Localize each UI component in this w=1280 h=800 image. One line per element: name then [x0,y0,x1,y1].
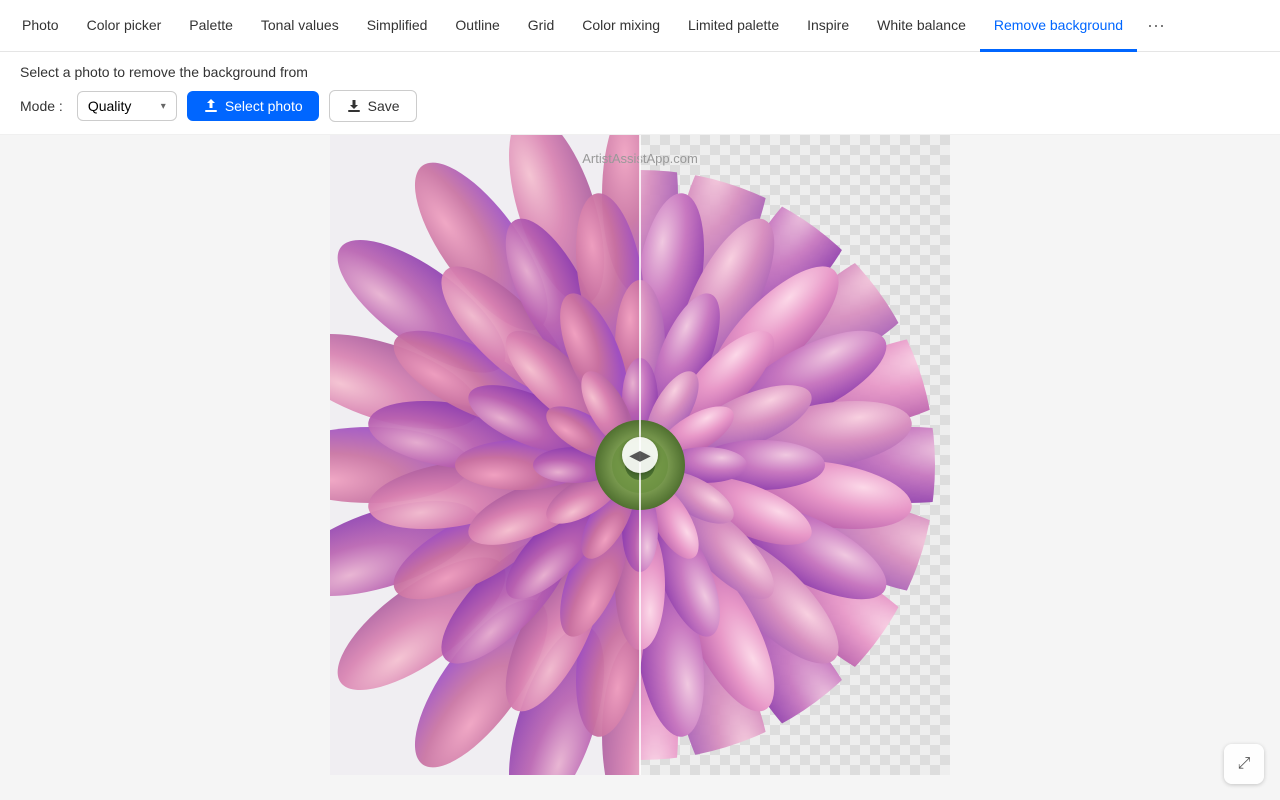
nav-item-photo[interactable]: Photo [8,1,73,52]
nav-item-inspire[interactable]: Inspire [793,1,863,52]
nav-item-remove-background[interactable]: Remove background [980,1,1137,52]
nav-item-limited-palette[interactable]: Limited palette [674,1,793,52]
chevron-down-icon: ▾ [161,101,166,112]
nav-item-outline[interactable]: Outline [441,1,513,52]
nav-item-tonal-values[interactable]: Tonal values [247,1,353,52]
mode-dropdown[interactable]: Quality ▾ [77,91,177,121]
select-photo-button[interactable]: Select photo [187,91,319,121]
mode-label: Mode : [20,98,63,114]
nav-item-grid[interactable]: Grid [514,1,568,52]
top-nav: Photo Color picker Palette Tonal values … [0,0,1280,52]
removed-bg-side [640,135,950,775]
removed-bg-image [640,135,950,775]
save-icon [346,98,362,114]
toolbar: Select a photo to remove the background … [0,52,1280,135]
comparison-container[interactable]: ◀▶ [330,135,950,775]
fullscreen-button[interactable]: ⤢ [1224,744,1264,784]
nav-item-simplified[interactable]: Simplified [353,1,442,52]
save-button[interactable]: Save [329,90,417,122]
nav-item-color-mixing[interactable]: Color mixing [568,1,674,52]
nav-more-button[interactable]: ··· [1137,0,1175,51]
mode-value: Quality [88,98,132,114]
nav-item-color-picker[interactable]: Color picker [73,1,176,52]
nav-item-white-balance[interactable]: White balance [863,1,980,52]
main-content: Select a photo to remove the background … [0,52,1280,800]
toolbar-controls: Mode : Quality ▾ Select photo Save [20,90,1260,122]
upload-icon [203,98,219,114]
toolbar-description: Select a photo to remove the background … [20,64,1260,80]
image-area: ArtistAssistApp.com [0,135,1280,800]
fullscreen-icon: ⤢ [1238,755,1251,773]
comparison-handle[interactable]: ◀▶ [622,437,658,473]
nav-item-palette[interactable]: Palette [175,1,247,52]
